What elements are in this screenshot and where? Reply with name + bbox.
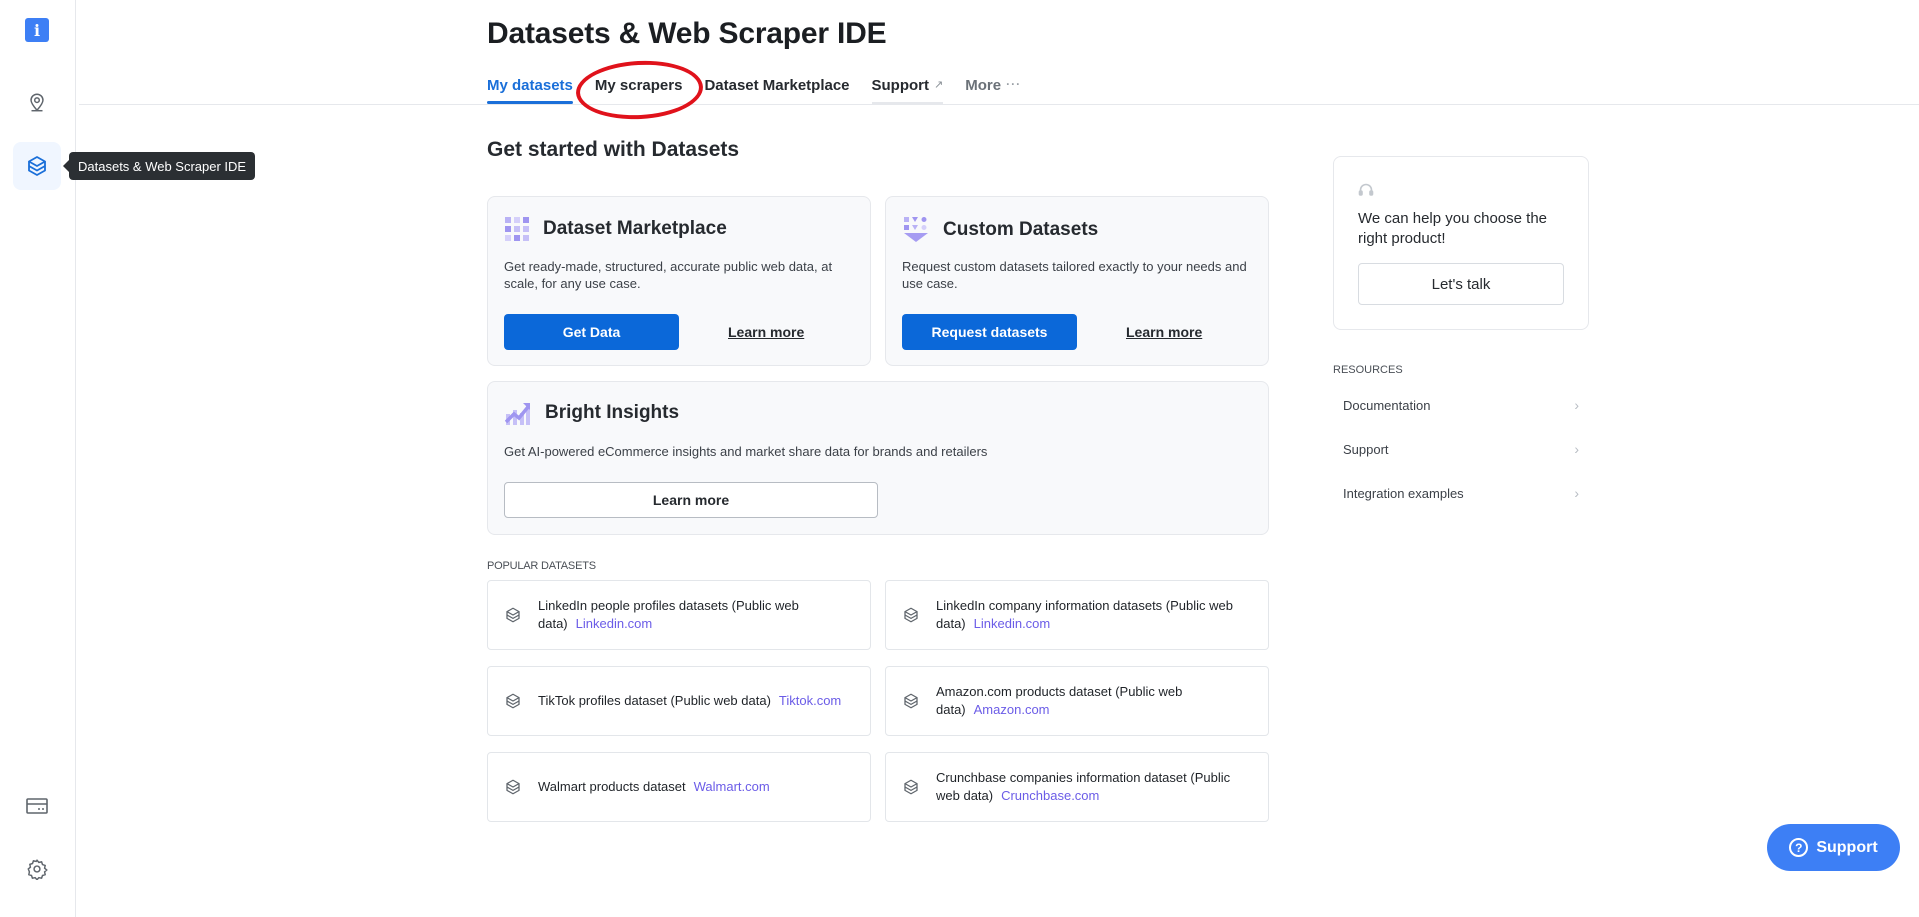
dataset-domain-link[interactable]: Amazon.com xyxy=(974,702,1050,717)
bright-insights-card: Bright Insights Get AI-powered eCommerce… xyxy=(487,381,1269,535)
card-title: Bright Insights xyxy=(545,402,680,423)
learn-more-link[interactable]: Learn more xyxy=(1126,324,1202,340)
dataset-domain-link[interactable]: Crunchbase.com xyxy=(1001,788,1099,803)
tab-my-datasets[interactable]: My datasets xyxy=(487,72,573,104)
resource-label: Documentation xyxy=(1343,397,1431,413)
popular-dataset-card[interactable]: LinkedIn people profiles datasets (Publi… xyxy=(487,580,871,650)
resource-label: Integration examples xyxy=(1343,485,1464,501)
more-dots-icon: ··· xyxy=(1006,77,1022,91)
rail-item-datasets[interactable] xyxy=(13,142,61,190)
chevron-right-icon: › xyxy=(1574,441,1579,457)
headset-icon xyxy=(1358,183,1374,196)
dataset-domain-link[interactable]: Tiktok.com xyxy=(779,693,841,708)
layers-icon xyxy=(904,693,918,709)
dataset-icon-wrap xyxy=(488,606,538,624)
dataset-domain-link[interactable]: Linkedin.com xyxy=(974,616,1051,631)
dataset-domain-link[interactable]: Walmart.com xyxy=(694,779,770,794)
dataset-text: Amazon.com products dataset (Public web … xyxy=(936,683,1268,719)
resources-label: RESOURCES xyxy=(1333,364,1403,376)
card-title: Dataset Marketplace xyxy=(543,218,727,239)
resource-label: Support xyxy=(1343,441,1389,457)
tab-more[interactable]: More ··· xyxy=(965,72,1021,104)
request-datasets-button[interactable]: Request datasets xyxy=(902,314,1077,350)
dataset-text: Crunchbase companies information dataset… xyxy=(936,769,1268,805)
resource-integration-examples[interactable]: Integration examples › xyxy=(1343,479,1579,507)
support-fab-label: Support xyxy=(1816,838,1878,856)
dataset-text: Walmart products dataset Walmart.com xyxy=(538,778,788,796)
help-card: We can help you choose the right product… xyxy=(1333,156,1589,330)
layers-icon xyxy=(506,779,520,795)
tab-label: More xyxy=(965,77,1002,94)
marketplace-card: Dataset Marketplace Get ready-made, stru… xyxy=(487,196,871,366)
dataset-name: Walmart products dataset xyxy=(538,779,686,794)
resource-documentation[interactable]: Documentation › xyxy=(1343,391,1579,419)
logo-icon[interactable]: i xyxy=(25,18,49,42)
card-description: Get ready-made, structured, accurate pub… xyxy=(504,259,833,291)
popular-datasets-label: POPULAR DATASETS xyxy=(487,560,596,572)
layers-icon xyxy=(506,693,520,709)
dataset-text: TikTok profiles dataset (Public web data… xyxy=(538,692,859,710)
custom-datasets-icon xyxy=(904,217,928,242)
rail-item-proxies[interactable] xyxy=(13,78,61,126)
credit-card-icon xyxy=(26,798,48,814)
popular-dataset-card[interactable]: Walmart products dataset Walmart.com xyxy=(487,752,871,822)
dataset-icon-wrap xyxy=(488,692,538,710)
rail-item-billing[interactable] xyxy=(13,782,61,830)
dataset-text: LinkedIn company information datasets (P… xyxy=(936,597,1268,633)
get-data-button[interactable]: Get Data xyxy=(504,314,679,350)
page-title: Datasets & Web Scraper IDE xyxy=(487,17,887,50)
location-pin-icon xyxy=(30,93,44,112)
header-divider xyxy=(79,104,1919,105)
dataset-icon-wrap xyxy=(488,778,538,796)
rail-tooltip: Datasets & Web Scraper IDE xyxy=(62,152,256,180)
tab-label: Dataset Marketplace xyxy=(704,77,850,94)
popular-dataset-card[interactable]: TikTok profiles dataset (Public web data… xyxy=(487,666,871,736)
chevron-right-icon: › xyxy=(1574,485,1579,501)
tab-my-scrapers[interactable]: My scrapers xyxy=(595,72,683,104)
popular-dataset-card[interactable]: LinkedIn company information datasets (P… xyxy=(885,580,1269,650)
tab-dataset-marketplace[interactable]: Dataset Marketplace xyxy=(704,72,849,104)
lets-talk-button[interactable]: Let's talk xyxy=(1358,263,1564,305)
popular-dataset-card[interactable]: Crunchbase companies information dataset… xyxy=(885,752,1269,822)
tab-bar: My datasets My scrapers Dataset Marketpl… xyxy=(487,72,1043,104)
tab-label: Support xyxy=(871,77,930,94)
dataset-icon-wrap xyxy=(886,778,936,796)
layers-icon xyxy=(28,156,46,176)
gear-icon xyxy=(27,859,48,880)
dataset-icon-wrap xyxy=(886,606,936,624)
chevron-right-icon: › xyxy=(1574,397,1579,413)
dataset-domain-link[interactable]: Linkedin.com xyxy=(576,616,653,631)
layers-icon xyxy=(506,607,520,623)
tab-support[interactable]: Support ↗ xyxy=(871,72,944,104)
support-fab-button[interactable]: ? Support xyxy=(1767,824,1900,871)
card-description: Get AI-powered eCommerce insights and ma… xyxy=(504,444,988,459)
trend-chart-icon xyxy=(505,403,530,425)
dataset-icon-wrap xyxy=(886,692,936,710)
grid-icon xyxy=(505,217,529,241)
help-circle-icon: ? xyxy=(1789,838,1809,857)
custom-datasets-card: Custom Datasets Request custom datasets … xyxy=(885,196,1269,366)
layers-icon xyxy=(904,779,918,795)
dataset-name: Amazon.com products dataset (Public web … xyxy=(936,684,1183,717)
card-title: Custom Datasets xyxy=(943,219,1099,240)
card-description: Request custom datasets tailored exactly… xyxy=(902,259,1247,291)
section-title: Get started with Datasets xyxy=(487,138,740,161)
learn-more-link[interactable]: Learn more xyxy=(728,324,804,340)
layers-icon xyxy=(904,607,918,623)
left-rail: i xyxy=(0,0,76,917)
popular-dataset-card[interactable]: Amazon.com products dataset (Public web … xyxy=(885,666,1269,736)
rail-item-settings[interactable] xyxy=(13,845,61,893)
insights-learn-more-button[interactable]: Learn more xyxy=(504,482,878,518)
help-text: We can help you choose the right product… xyxy=(1358,210,1548,247)
tab-label: My datasets xyxy=(487,77,573,94)
dataset-text: LinkedIn people profiles datasets (Publi… xyxy=(538,597,870,633)
tab-label: My scrapers xyxy=(594,77,683,94)
external-link-icon: ↗ xyxy=(934,79,944,91)
dataset-name: TikTok profiles dataset (Public web data… xyxy=(538,693,771,708)
resource-support[interactable]: Support › xyxy=(1343,435,1579,463)
